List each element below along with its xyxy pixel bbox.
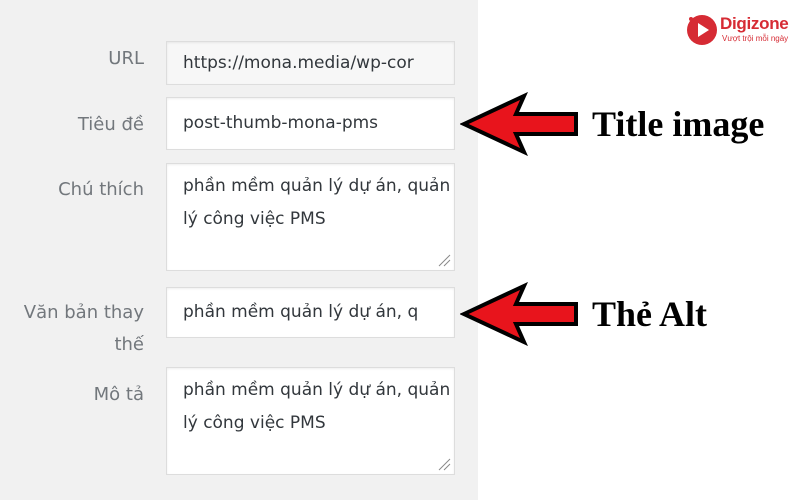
alt-text-field[interactable]: phần mềm quản lý dự án, q [166, 287, 455, 338]
arrow-left-icon [460, 282, 578, 346]
caption-textarea[interactable]: phần mềm quản lý dự án, quản lý công việ… [166, 163, 455, 271]
title-label: Tiêu đề [77, 114, 144, 135]
title-image-annotation: Title image [592, 104, 765, 144]
brand-tagline: Vượt trội mỗi ngày [722, 34, 789, 43]
alt-label-line1: Văn bản thay [23, 302, 144, 323]
digizone-logo: Digizone Vượt trội mỗi ngày [686, 12, 796, 48]
url-field[interactable]: https://mona.media/wp-cor [166, 41, 455, 85]
title-field[interactable]: post-thumb-mona-pms [166, 97, 455, 150]
url-label: URL [108, 48, 144, 69]
caption-text: phần mềm quản lý dự án, quản lý công việ… [183, 176, 451, 229]
caption-label: Chú thích [58, 179, 144, 200]
arrow-left-icon [460, 92, 578, 156]
alt-label: Văn bản thay thế [0, 297, 144, 361]
resize-handle-icon[interactable] [437, 457, 451, 471]
resize-handle-icon[interactable] [437, 253, 451, 267]
alt-label-line2: thế [114, 334, 144, 355]
alt-tag-annotation: Thẻ Alt [592, 294, 708, 334]
play-logo-icon [687, 15, 717, 45]
description-textarea[interactable]: phần mềm quản lý dự án, quản lý công việ… [166, 367, 455, 475]
brand-name: Digizone [720, 14, 789, 33]
description-label: Mô tả [93, 384, 144, 405]
description-text: phần mềm quản lý dự án, quản lý công việ… [183, 380, 451, 433]
